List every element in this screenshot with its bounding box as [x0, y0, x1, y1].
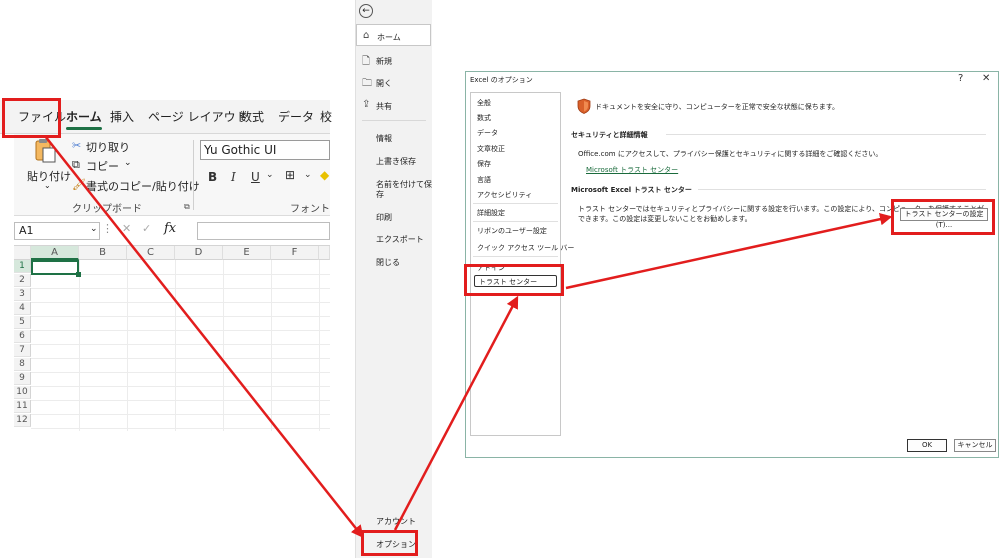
guide-arrows: [44, 135, 893, 538]
arrow-options-to-trust-center: [393, 295, 519, 531]
arrow-file-to-options: [44, 135, 364, 538]
arrow-trust-center-to-settings: [565, 213, 893, 290]
